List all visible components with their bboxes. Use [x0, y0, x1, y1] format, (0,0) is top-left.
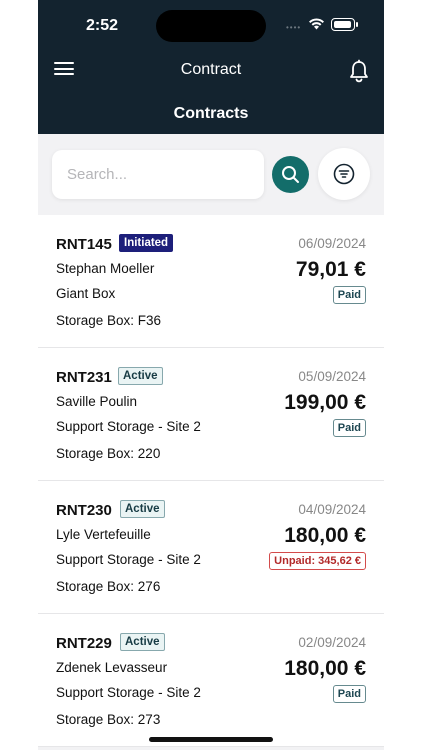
status-badge: Initiated [119, 234, 174, 252]
customer-name: Lyle Vertefeuille [56, 527, 151, 542]
contract-card[interactable]: RNT230 Active Lyle Vertefeuille Support … [38, 481, 384, 614]
storage-box: Storage Box: 276 [56, 579, 161, 594]
search-icon [282, 166, 299, 183]
search-field[interactable] [52, 150, 264, 199]
filter-icon [333, 163, 355, 185]
bell-icon[interactable] [348, 59, 370, 83]
contract-ref: RNT230 [56, 502, 112, 519]
battery-icon [331, 18, 358, 31]
contract-date: 02/09/2024 [298, 635, 366, 650]
contract-date: 05/09/2024 [298, 369, 366, 384]
filter-button[interactable] [318, 148, 370, 200]
contract-ref: RNT229 [56, 635, 112, 652]
payment-badge: Paid [332, 685, 366, 703]
cellular-signal-icon: •••• [286, 23, 302, 32]
wifi-icon [309, 18, 324, 30]
status-bar: 2:52 •••• [38, 0, 384, 50]
app-title: Contract [180, 61, 242, 78]
contract-date: 04/09/2024 [298, 502, 366, 517]
status-badge: Active [118, 367, 163, 385]
contracts-list: RNT145 Initiated Stephan Moeller Giant B… [38, 215, 384, 747]
contract-ref: RNT145 [56, 236, 112, 253]
storage-box: Storage Box: F36 [56, 313, 162, 328]
search-input[interactable] [52, 150, 264, 199]
payment-badge: Paid [332, 419, 366, 437]
contract-card[interactable]: RNT231 Active Saville Poulin Support Sto… [38, 348, 384, 481]
contract-amount: 180,00 € [284, 657, 366, 680]
contract-ref: RNT231 [56, 369, 112, 386]
status-badge: Active [120, 633, 165, 651]
page-title: Contracts [173, 105, 249, 122]
customer-name: Zdenek Levasseur [56, 660, 168, 675]
status-badge: Active [120, 500, 165, 518]
contract-amount: 199,00 € [284, 391, 366, 414]
app-header: 2:52 •••• Contract Contracts [38, 0, 384, 134]
contract-amount: 180,00 € [284, 524, 366, 547]
storage-box: Storage Box: 273 [56, 712, 161, 727]
contract-date: 06/09/2024 [298, 236, 366, 251]
contract-card[interactable]: RNT145 Initiated Stephan Moeller Giant B… [38, 215, 384, 348]
storage-site: Support Storage - Site 2 [56, 552, 201, 567]
contract-card[interactable]: RNT229 Active Zdenek Levasseur Support S… [38, 614, 384, 747]
contract-amount: 79,01 € [295, 258, 366, 281]
phone-screen: 2:52 •••• Contract Contracts Search... R… [38, 0, 384, 750]
status-time: 2:52 [86, 17, 119, 34]
storage-site: Giant Box [56, 286, 116, 301]
customer-name: Saville Poulin [56, 394, 138, 409]
home-indicator [149, 737, 273, 742]
storage-site: Support Storage - Site 2 [56, 419, 201, 434]
storage-site: Support Storage - Site 2 [56, 685, 201, 700]
storage-box: Storage Box: 220 [56, 446, 161, 461]
dynamic-island [156, 10, 266, 42]
customer-name: Stephan Moeller [56, 261, 155, 276]
search-button[interactable] [272, 156, 309, 193]
payment-badge: Unpaid: 345,62 € [269, 552, 366, 570]
payment-badge: Paid [332, 286, 366, 304]
